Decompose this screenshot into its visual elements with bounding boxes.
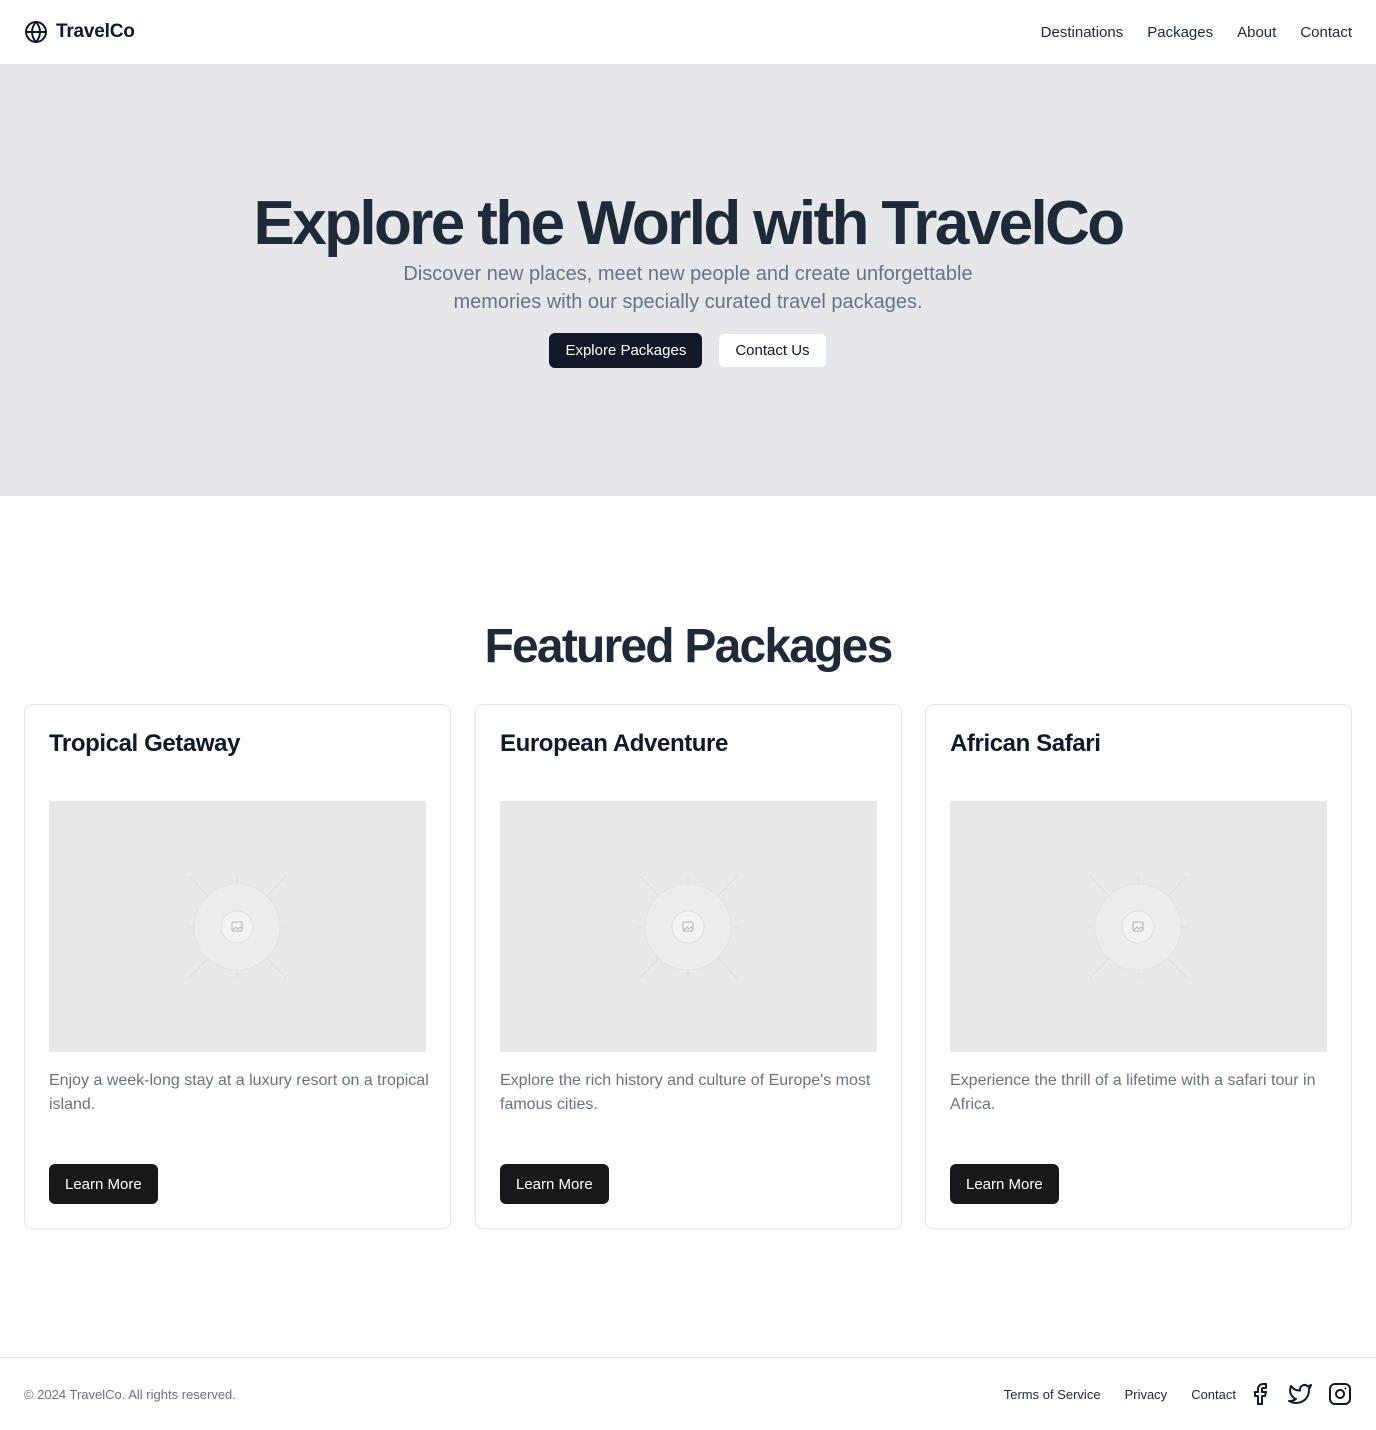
footer-nav: Terms of Service Privacy Contact — [1004, 1387, 1236, 1402]
site-header: TravelCo Destinations Packages About Con… — [0, 0, 1376, 64]
package-card-african-safari: African Safari Experience the thrill of … — [925, 704, 1352, 1229]
card-description: Experience the thrill of a lifetime with… — [950, 1072, 1316, 1113]
learn-more-button[interactable]: Learn More — [49, 1164, 158, 1204]
image-placeholder-icon — [637, 875, 740, 979]
instagram-icon[interactable] — [1328, 1382, 1352, 1406]
twitter-icon[interactable] — [1288, 1382, 1312, 1406]
contact-us-button[interactable]: Contact Us — [718, 333, 827, 368]
card-title: European Adventure — [500, 730, 728, 757]
footer-link-contact[interactable]: Contact — [1191, 1387, 1236, 1402]
brand-name: TravelCo — [56, 21, 135, 42]
main-nav: Destinations Packages About Contact — [1041, 24, 1352, 41]
image-placeholder-icon — [1087, 875, 1190, 979]
site-footer: © 2024 TravelCo. All rights reserved. Te… — [0, 1357, 1376, 1430]
brand-link[interactable]: TravelCo — [24, 20, 135, 44]
card-title: African Safari — [950, 730, 1101, 757]
nav-link-contact[interactable]: Contact — [1300, 24, 1352, 41]
card-image-placeholder — [500, 801, 877, 1052]
globe-icon — [24, 20, 48, 44]
featured-packages-title: Featured Packages — [484, 620, 894, 673]
card-title: Tropical Getaway — [49, 730, 241, 757]
card-description: Enjoy a week-long stay at a luxury resor… — [49, 1072, 429, 1113]
explore-packages-button[interactable]: Explore Packages — [549, 333, 703, 368]
learn-more-button[interactable]: Learn More — [500, 1164, 609, 1204]
nav-link-packages[interactable]: Packages — [1147, 24, 1213, 41]
footer-link-terms[interactable]: Terms of Service — [1004, 1387, 1101, 1402]
nav-link-destinations[interactable]: Destinations — [1041, 24, 1124, 41]
image-placeholder-icon — [186, 875, 289, 979]
package-card-european-adventure: European Adventure Explore the rich hist… — [475, 704, 902, 1229]
facebook-icon[interactable] — [1248, 1382, 1272, 1406]
social-links — [1248, 1382, 1352, 1406]
hero-subtitle: Discover new places, meet new people and… — [403, 263, 973, 313]
card-image-placeholder — [49, 801, 426, 1052]
footer-right: Terms of Service Privacy Contact — [1004, 1382, 1352, 1406]
hero-section: Explore the World with TravelCo Discover… — [0, 64, 1376, 496]
package-card-tropical-getaway: Tropical Getaway Enjoy a week-long stay … — [24, 704, 451, 1229]
nav-link-about[interactable]: About — [1237, 24, 1276, 41]
learn-more-button[interactable]: Learn More — [950, 1164, 1059, 1204]
card-description: Explore the rich history and culture of … — [500, 1072, 871, 1113]
copyright-text: © 2024 TravelCo. All rights reserved. — [24, 1386, 236, 1402]
hero-title: Explore the World with TravelCo — [253, 189, 1125, 258]
card-image-placeholder — [950, 801, 1327, 1052]
hero-actions: Explore Packages Contact Us — [0, 333, 1376, 368]
footer-link-privacy[interactable]: Privacy — [1125, 1387, 1168, 1402]
